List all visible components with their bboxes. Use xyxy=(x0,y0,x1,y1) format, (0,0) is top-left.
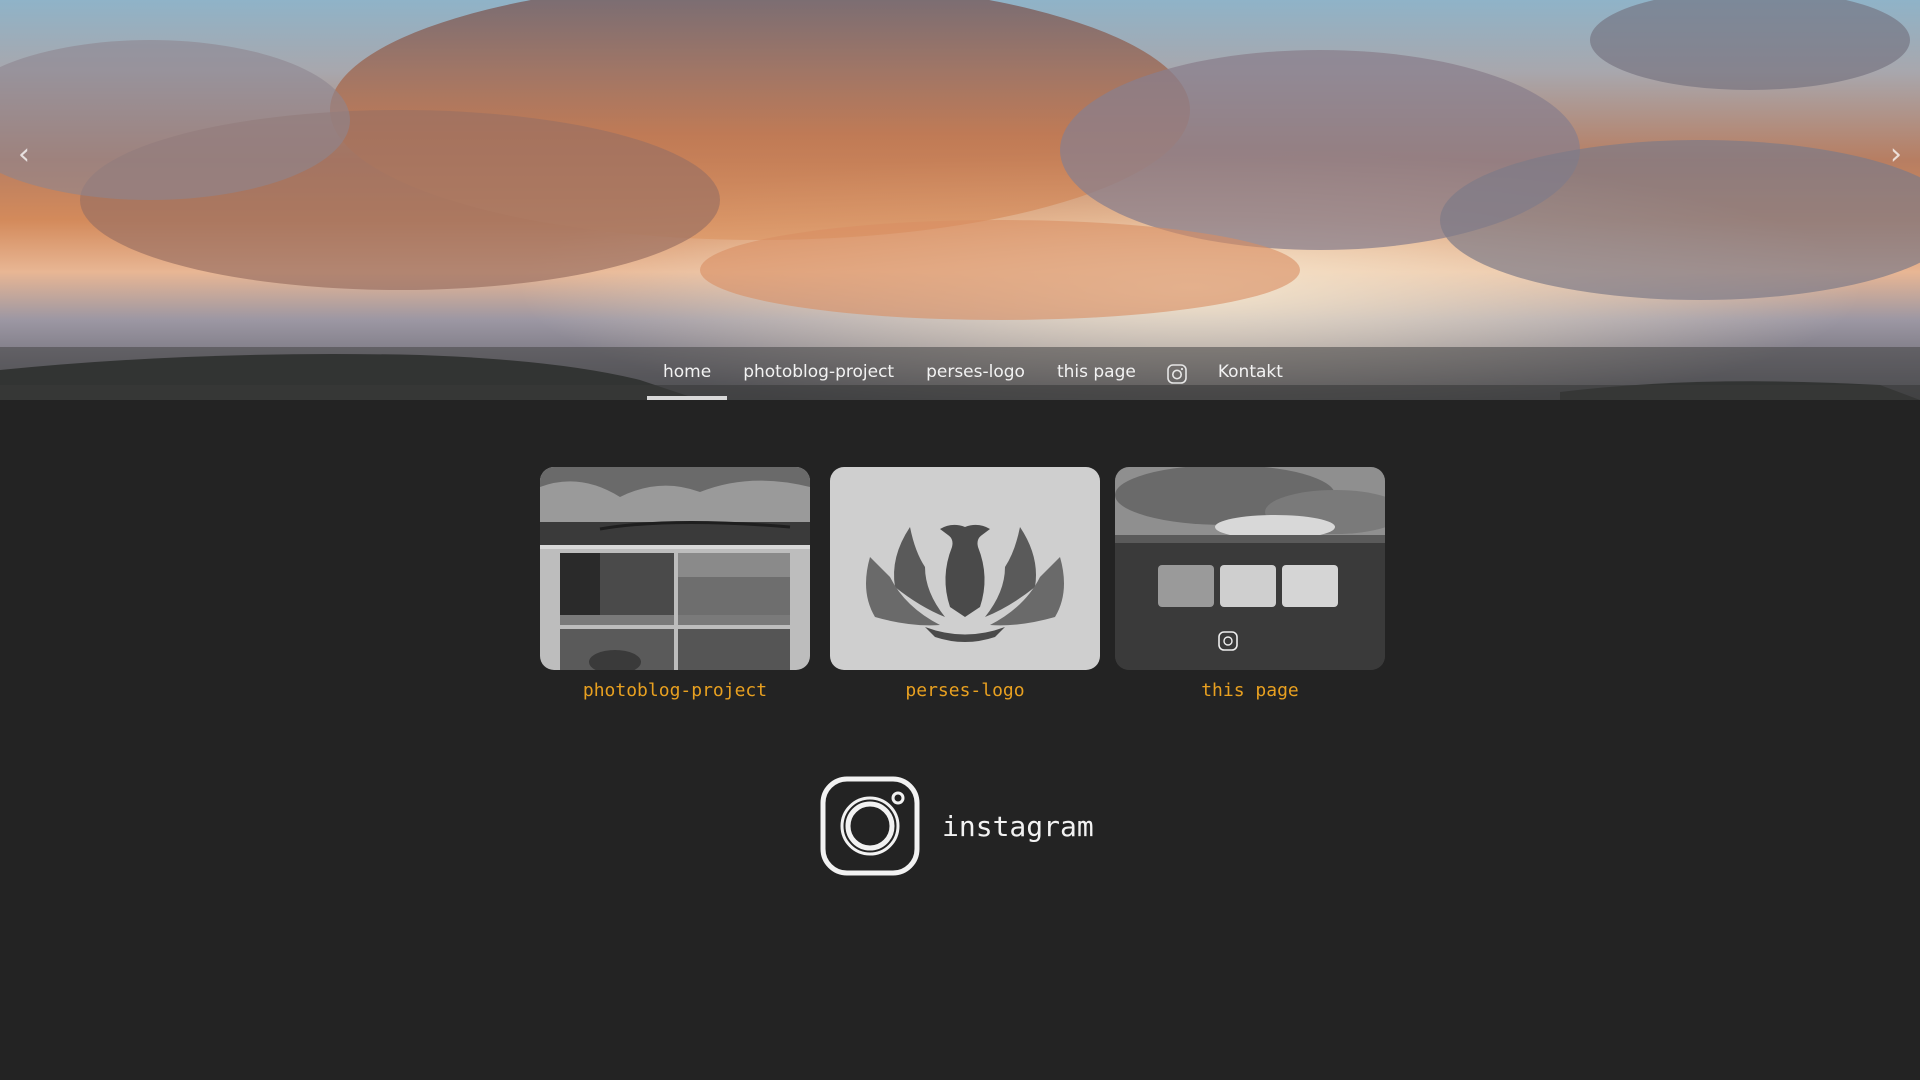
card-caption-this-page[interactable]: this page xyxy=(1115,680,1385,701)
card-caption-photoblog-project[interactable]: photoblog-project xyxy=(540,680,810,701)
instagram-link[interactable]: instagram xyxy=(820,776,1094,876)
nav-menu: home photoblog-project perses-logo this … xyxy=(647,347,1299,400)
nav-instagram-icon[interactable] xyxy=(1166,363,1188,385)
carousel-prev-button[interactable]: ‹ xyxy=(18,140,30,170)
instagram-icon xyxy=(820,776,920,876)
nav-item-perses-logo[interactable]: perses-logo xyxy=(910,347,1041,400)
nav-item-home[interactable]: home xyxy=(647,347,728,400)
nav-item-this-page[interactable]: this page xyxy=(1041,347,1152,400)
card-this-page: this page xyxy=(1115,467,1385,701)
photoblog-thumbnail[interactable] xyxy=(540,467,810,670)
phoenix-logo-thumbnail[interactable] xyxy=(830,467,1100,670)
main-navbar: home photoblog-project perses-logo this … xyxy=(0,347,1920,400)
instagram-label[interactable]: instagram xyxy=(942,810,1094,843)
page-thumbnail[interactable] xyxy=(1115,467,1385,670)
phoenix-logo-icon xyxy=(866,524,1064,642)
nav-item-photoblog-project[interactable]: photoblog-project xyxy=(727,347,910,400)
card-caption-perses-logo[interactable]: perses-logo xyxy=(830,680,1100,701)
project-cards: photoblog-project perses-logo this page xyxy=(540,467,1385,707)
carousel-next-button[interactable]: › xyxy=(1890,140,1902,170)
hero-banner: ‹ › home photoblog-project perses-logo t… xyxy=(0,0,1920,400)
card-perses-logo: perses-logo xyxy=(830,467,1100,701)
nav-item-kontakt[interactable]: Kontakt xyxy=(1202,347,1299,400)
card-photoblog-project: photoblog-project xyxy=(540,467,810,701)
sunset-sky-image xyxy=(0,0,1920,400)
